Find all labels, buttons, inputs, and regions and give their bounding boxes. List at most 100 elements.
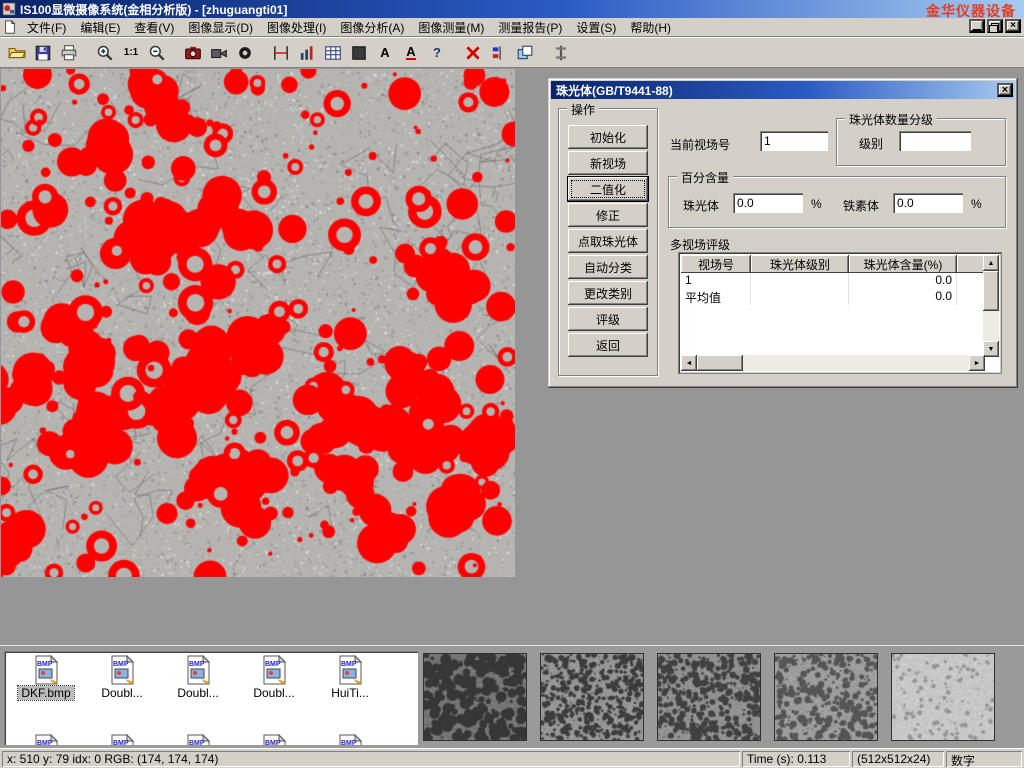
zoom-in-button[interactable] [93, 41, 117, 65]
scroll-left-icon[interactable]: ◄ [681, 355, 697, 371]
layers-button[interactable] [513, 41, 537, 65]
menu-image-measure[interactable]: 图像测量(M) [411, 17, 491, 38]
caliper-measure-button[interactable] [269, 41, 293, 65]
child-window-menu-icon[interactable] [3, 20, 17, 34]
open-file-button[interactable] [5, 41, 29, 65]
text-style-button[interactable]: A [399, 41, 423, 65]
file-item[interactable]: BMP [162, 733, 234, 745]
pick-pearlite-button[interactable]: 点取珠光体 [568, 229, 648, 253]
auto-classify-button[interactable]: 自动分类 [568, 255, 648, 279]
actual-size-button[interactable]: 1:1 [119, 41, 143, 65]
file-item[interactable]: BMP Doubl... [162, 654, 234, 700]
menu-image-analysis[interactable]: 图像分析(A) [333, 17, 411, 38]
micrograph-image[interactable] [1, 69, 515, 577]
col-field-no[interactable]: 视场号 [681, 255, 751, 273]
menu-view[interactable]: 查看(V) [127, 17, 181, 38]
new-field-button[interactable]: 新视场 [568, 151, 648, 175]
titlebar: IS100显微摄像系统(金相分析版) - [zhuguangti01] 金华仪器… [0, 0, 1024, 18]
menu-file[interactable]: 文件(F) [20, 17, 73, 38]
thumbnail-1[interactable] [423, 653, 527, 741]
file-item[interactable]: BMP DKF.bmp [10, 654, 82, 700]
text-annotation-button[interactable]: A [373, 41, 397, 65]
binarize-tool-button[interactable] [347, 41, 371, 65]
change-class-button[interactable]: 更改类别 [568, 281, 648, 305]
correct-button[interactable]: 修正 [568, 203, 648, 227]
vertical-scrollbar[interactable]: ▲ ▼ [983, 255, 999, 357]
scroll-down-icon[interactable]: ▼ [983, 341, 999, 357]
svg-text:BMP: BMP [37, 740, 53, 745]
print-button[interactable] [57, 41, 81, 65]
menu-measure-report[interactable]: 测量报告(P) [491, 17, 569, 38]
cell-pearlite-pct: 0.0 [849, 289, 957, 305]
target-button[interactable] [233, 41, 257, 65]
cell-pearlite-pct: 0.0 [849, 273, 957, 289]
video-button[interactable] [207, 41, 231, 65]
rate-button[interactable]: 评级 [568, 307, 648, 331]
help-button[interactable]: ? [425, 41, 449, 65]
grade-input[interactable] [899, 131, 971, 151]
thumbnail-5[interactable] [891, 653, 995, 741]
file-item[interactable]: BMP [10, 733, 82, 745]
return-button[interactable]: 返回 [568, 333, 648, 357]
cell-grade [751, 273, 849, 289]
save-file-button[interactable] [31, 41, 55, 65]
file-item[interactable]: BMP [238, 733, 310, 745]
child-close-button[interactable]: × [1005, 19, 1021, 33]
bmp-file-icon: BMP [30, 654, 62, 686]
micrometer-button[interactable] [549, 41, 573, 65]
bmp-file-icon: BMP [30, 733, 62, 745]
marker-flags-button[interactable] [487, 41, 511, 65]
thumbnail-2[interactable] [540, 653, 644, 741]
menu-edit[interactable]: 编辑(E) [73, 17, 127, 38]
ferrite-percent-input[interactable] [893, 193, 963, 213]
binarize-button[interactable]: 二值化 [568, 177, 648, 201]
floppy-icon [34, 44, 52, 62]
horizontal-scrollbar[interactable]: ◄ ► [681, 355, 985, 371]
menu-image-processing[interactable]: 图像处理(I) [260, 17, 333, 38]
file-name: DKF.bmp [18, 686, 73, 700]
thumbnail-4[interactable] [774, 653, 878, 741]
scroll-right-icon[interactable]: ► [969, 355, 985, 371]
child-restore-button[interactable] [987, 19, 1003, 33]
svg-text:BMP: BMP [265, 740, 281, 745]
thumbnail-3[interactable] [657, 653, 761, 741]
caliper-icon [272, 44, 290, 62]
child-minimize-button[interactable] [969, 19, 985, 33]
grade-label: 级别 [859, 135, 883, 152]
scroll-thumb[interactable] [697, 355, 743, 371]
current-field-input[interactable] [760, 131, 828, 151]
file-item[interactable]: BMP Doubl... [86, 654, 158, 700]
col-ferrite[interactable]: 铁素 [957, 255, 985, 273]
dialog-close-button[interactable]: × [997, 83, 1013, 97]
ferrite-unit: % [971, 197, 982, 211]
file-item[interactable]: BMP [86, 733, 158, 745]
pearlite-label: 珠光体 [683, 197, 719, 214]
file-item[interactable]: BMP Doubl... [238, 654, 310, 700]
menu-settings[interactable]: 设置(S) [569, 17, 623, 38]
file-name: Doubl... [250, 686, 297, 700]
menu-image-display[interactable]: 图像显示(D) [181, 17, 260, 38]
capture-button[interactable] [181, 41, 205, 65]
grading-legend: 珠光体数量分级 [845, 111, 937, 128]
file-item[interactable]: BMP HuiTi... [314, 654, 386, 700]
file-item[interactable]: BMP [314, 733, 386, 745]
histogram-button[interactable] [295, 41, 319, 65]
scroll-thumb[interactable] [983, 271, 999, 311]
delete-measure-button[interactable] [461, 41, 485, 65]
menu-help[interactable]: 帮助(H) [623, 17, 678, 38]
scroll-track[interactable] [743, 355, 969, 371]
col-pearlite-grade[interactable]: 珠光体级别 [751, 255, 849, 273]
open-folder-icon [8, 44, 26, 62]
histogram-icon [298, 44, 316, 62]
dialog-titlebar[interactable]: 珠光体(GB/T9441-88) × [551, 81, 1015, 99]
zoom-out-icon [148, 44, 166, 62]
grid-table-button[interactable] [321, 41, 345, 65]
bmp-file-icon: BMP [334, 654, 366, 686]
pearlite-percent-input[interactable] [733, 193, 803, 213]
table-row[interactable]: 1 0.0 [681, 273, 985, 289]
table-row[interactable]: 平均值 0.0 [681, 289, 985, 305]
col-pearlite-pct[interactable]: 珠光体含量(%) [849, 255, 957, 273]
initialize-button[interactable]: 初始化 [568, 125, 648, 149]
scroll-up-icon[interactable]: ▲ [983, 255, 999, 271]
zoom-out-button[interactable] [145, 41, 169, 65]
